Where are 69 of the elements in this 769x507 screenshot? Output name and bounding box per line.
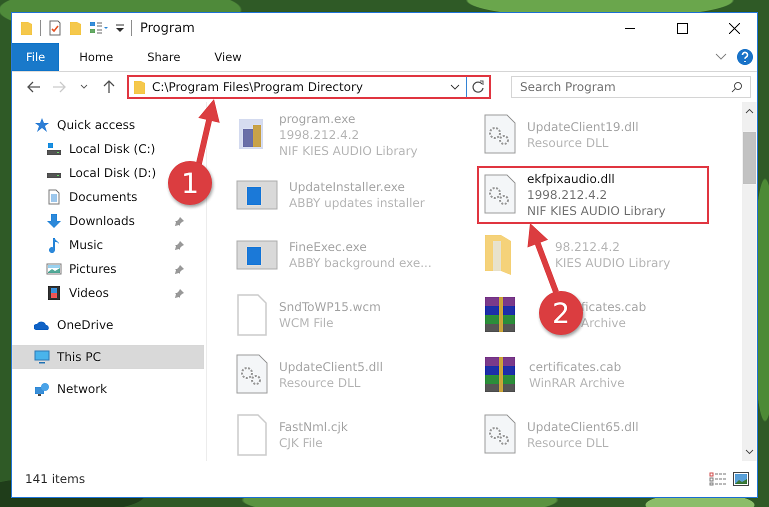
file-item[interactable]: ekfpixaudio.dll 1998.212.4.2 NIF KIES AUDIO Library	[477, 166, 709, 224]
scroll-thumb[interactable]	[743, 132, 756, 184]
sidebar-item[interactable]: OneDrive	[12, 313, 118, 337]
file-detail: ABBY background exe...	[289, 255, 432, 271]
ribbon-tab[interactable]: File	[12, 43, 60, 71]
address-bar[interactable]: C:\Program Files\Program Directory	[127, 75, 491, 99]
star-icon	[34, 117, 50, 133]
sidebar-item[interactable]: Local Disk (C:)	[12, 137, 160, 161]
file-detail: CJK File	[279, 435, 324, 451]
network-icon	[34, 381, 50, 397]
scrollbar[interactable]	[742, 102, 757, 461]
file-detail: 98.212.4.2	[555, 239, 621, 255]
file-detail: NIF KIES AUDIO Library	[527, 203, 666, 219]
maximize-icon	[676, 22, 688, 34]
window-title: Program	[140, 20, 196, 36]
document-icon	[46, 189, 62, 205]
file-detail: WinRAR Archive	[529, 375, 625, 391]
file-icon	[235, 293, 269, 337]
file-detail: Resource DLL	[527, 435, 610, 451]
scroll-up-icon[interactable]	[745, 108, 754, 114]
help-icon[interactable]	[737, 49, 753, 65]
file-detail: 1998.212.4.2	[527, 187, 608, 203]
back-arrow-icon	[26, 81, 41, 93]
sidebar-item[interactable]: Documents	[12, 185, 142, 209]
ribbon-tab[interactable]: Home	[65, 43, 128, 71]
file-detail: Archive	[581, 315, 627, 331]
dropdown-caret-icon[interactable]	[450, 84, 460, 90]
customize-caret-icon[interactable]	[115, 22, 125, 34]
view-icon[interactable]	[89, 20, 109, 36]
sidebar-item[interactable]: Quick access	[12, 113, 140, 137]
sidebar-item[interactable]: Pictures	[12, 257, 204, 281]
picture-icon	[46, 261, 62, 277]
details-view-icon[interactable]	[709, 472, 727, 486]
sidebar-item[interactable]: Local Disk (D:)	[12, 161, 160, 185]
address-path: C:\Program Files\Program Directory	[151, 80, 364, 94]
scroll-down-icon[interactable]	[745, 449, 754, 455]
ribbon-tab[interactable]: View	[200, 43, 256, 71]
file-detail: Resource DLL	[527, 135, 610, 151]
computer-icon	[34, 349, 50, 365]
drive-icon	[46, 141, 62, 157]
folder-icon	[133, 79, 147, 95]
file-detail: 1998.212.4.2	[279, 127, 360, 143]
drive-icon	[46, 173, 62, 179]
sidebar-item[interactable]: Downloads	[12, 209, 204, 233]
download-icon	[46, 213, 62, 229]
sidebar-item[interactable]: Videos	[12, 281, 204, 305]
item-count: 141 items	[25, 472, 86, 486]
close-icon	[728, 22, 740, 34]
film-icon	[46, 285, 62, 301]
file-detail: KIES AUDIO Library	[555, 255, 670, 271]
properties-icon[interactable]	[47, 20, 63, 36]
caret-icon	[80, 84, 88, 90]
folder-icon	[483, 233, 513, 277]
file-detail: ABBY updates installer	[289, 195, 425, 211]
expand-ribbon-icon[interactable]	[715, 53, 727, 61]
file-name: ekfpixaudio.dll	[527, 171, 616, 187]
sidebar-item[interactable]: Music	[12, 233, 204, 257]
file-detail: Resource DLL	[279, 375, 362, 391]
large-icons-view-icon[interactable]	[733, 472, 749, 486]
forward-arrow-icon	[52, 81, 66, 93]
file-detail: WCM File	[279, 315, 334, 331]
search-icon	[731, 81, 743, 93]
up-arrow-icon	[103, 80, 116, 94]
sidebar-item[interactable]: Network	[12, 377, 112, 401]
ribbon-tab[interactable]: Share	[133, 43, 194, 71]
sidebar-item[interactable]: This PC	[12, 345, 204, 369]
file-detail: NIF KIES AUDIO Library	[279, 143, 418, 159]
search-field[interactable]: Search Program	[511, 76, 751, 98]
file-icon	[235, 413, 269, 457]
